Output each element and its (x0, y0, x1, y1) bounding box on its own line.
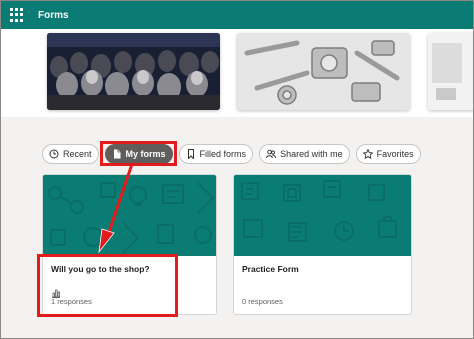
callout-arrow (98, 163, 134, 254)
app-window: Forms Recent My forms Filled forms Share… (0, 0, 474, 339)
